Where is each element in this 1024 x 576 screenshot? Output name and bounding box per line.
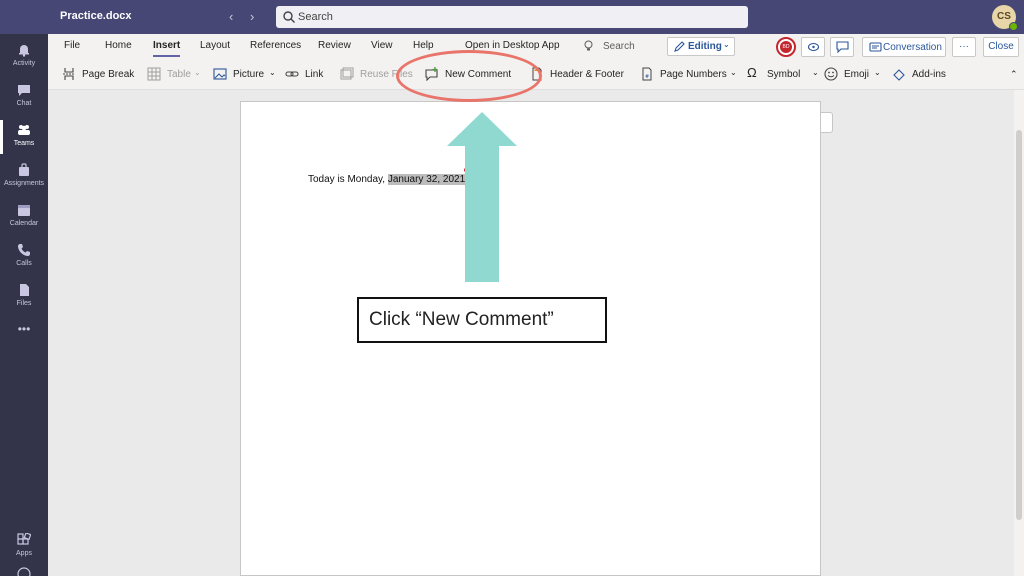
rail-label: Teams — [13, 140, 35, 147]
header-footer-label: Header & Footer — [550, 69, 624, 80]
scrollbar-thumb[interactable] — [1016, 130, 1022, 520]
instruction-callout: Click “New Comment” — [357, 297, 607, 343]
editing-label: Editing — [688, 41, 722, 52]
symbol-label: Symbol — [767, 69, 801, 80]
chevron-down-icon: ⌄ — [723, 40, 730, 49]
reuse-files-icon — [340, 67, 354, 80]
search-placeholder: Search — [298, 11, 333, 23]
picture-icon — [213, 68, 227, 80]
share-button[interactable] — [801, 37, 825, 57]
back-arrow-icon[interactable]: ‹ — [229, 9, 233, 24]
lightbulb-icon — [584, 40, 593, 51]
chevron-down-icon: ⌄ — [874, 68, 881, 77]
rail-label: Calendar — [9, 220, 39, 227]
tab-home[interactable]: Home — [105, 40, 132, 51]
pencil-icon — [674, 41, 685, 52]
rail-item-assignments[interactable]: Assignments — [0, 158, 48, 198]
emoji-icon — [824, 67, 838, 81]
emoji-label: Emoji — [844, 69, 870, 80]
svg-text:#: # — [645, 74, 649, 80]
comments-button[interactable] — [830, 37, 854, 57]
document-title: Practice.docx — [60, 10, 132, 22]
comment-icon — [836, 41, 849, 53]
app-rail: Activity Chat Teams Assignments Calendar… — [0, 34, 48, 576]
add-ins-icon — [893, 69, 905, 81]
rail-item-apps[interactable]: Apps — [0, 528, 48, 568]
tab-layout[interactable]: Layout — [200, 40, 230, 51]
rail-label: Chat — [16, 100, 32, 107]
teams-icon — [18, 125, 30, 135]
more-dots-icon: ••• — [17, 322, 31, 336]
chevron-down-icon: ⌄ — [194, 68, 201, 77]
more-options-button[interactable]: ··· — [952, 37, 976, 57]
chevron-down-icon: ⌄ — [730, 68, 737, 77]
tab-references[interactable]: References — [250, 40, 301, 51]
calendar-icon — [18, 205, 30, 216]
editing-mode-button[interactable]: Editing ⌄ — [667, 37, 735, 56]
share-icon — [807, 42, 820, 52]
conversation-button[interactable]: Conversation — [862, 37, 946, 57]
rail-label: Activity — [12, 60, 36, 67]
avatar-initials: CS — [997, 11, 1011, 22]
page-numbers-icon: # — [642, 67, 652, 81]
tab-view[interactable]: View — [371, 40, 393, 51]
callout-text: Click “New Comment” — [369, 309, 554, 330]
vertical-scrollbar[interactable] — [1014, 90, 1024, 576]
rail-help-button[interactable] — [0, 564, 48, 576]
phone-icon — [18, 244, 30, 256]
presence-dot — [1009, 22, 1018, 31]
rail-label: Calls — [16, 260, 32, 267]
assignments-icon — [19, 163, 29, 176]
page-break-icon — [63, 68, 75, 80]
chevron-down-icon: ⌄ — [269, 68, 276, 77]
page-side-marker — [821, 112, 833, 133]
search-bar[interactable]: Search — [276, 6, 748, 28]
page-break-label: Page Break — [82, 69, 135, 80]
rail-item-chat[interactable]: Chat — [0, 78, 48, 118]
page-numbers-label: Page Numbers — [660, 69, 727, 80]
tab-review[interactable]: Review — [318, 40, 351, 51]
collapse-ribbon-icon[interactable]: ⌃ — [1010, 69, 1018, 80]
omega-icon: Ω — [747, 65, 757, 80]
tab-file[interactable]: File — [64, 40, 80, 51]
ribbon-search-label: Search — [603, 41, 635, 52]
highlight-ellipse — [396, 50, 542, 102]
user-avatar[interactable]: CS — [992, 5, 1018, 31]
add-ins-label: Add-ins — [912, 69, 946, 80]
document-text-line[interactable]: Today is Monday, January 32, 2021 — [308, 168, 469, 185]
collaborator-avatar[interactable]: BD — [776, 37, 796, 57]
pointer-arrow-icon — [447, 112, 517, 282]
rail-label: Files — [16, 300, 32, 307]
document-text: Today is Monday, — [308, 174, 388, 185]
search-icon — [283, 11, 295, 23]
file-icon — [20, 284, 29, 296]
apps-icon — [17, 533, 31, 545]
help-icon — [17, 567, 31, 576]
table-icon — [147, 67, 161, 81]
title-bar: Practice.docx ‹ › Search CS — [0, 0, 1024, 34]
tab-insert[interactable]: Insert — [153, 40, 181, 57]
conversation-label: Conversation — [883, 42, 942, 53]
chat-icon — [18, 85, 30, 96]
close-button[interactable]: Close — [983, 37, 1019, 57]
table-label: Table — [167, 69, 191, 80]
rail-item-calls[interactable]: Calls — [0, 238, 48, 278]
rail-item-files[interactable]: Files — [0, 278, 48, 318]
rail-label: Apps — [16, 550, 32, 557]
collaborator-initials: BD — [780, 41, 792, 53]
rail-label: Assignments — [3, 180, 45, 187]
ellipsis-icon: ··· — [959, 41, 969, 52]
rail-more-button[interactable]: ••• — [0, 320, 48, 360]
bell-icon — [19, 45, 29, 57]
forward-arrow-icon[interactable]: › — [250, 9, 254, 24]
rail-item-teams[interactable]: Teams — [0, 118, 48, 158]
rail-item-activity[interactable]: Activity — [0, 38, 48, 78]
chevron-down-icon: ⌄ — [812, 68, 819, 77]
rail-item-calendar[interactable]: Calendar — [0, 198, 48, 238]
link-icon — [285, 71, 299, 77]
picture-label: Picture — [233, 69, 265, 80]
conversation-icon — [869, 42, 882, 52]
link-label: Link — [305, 69, 324, 80]
tab-help[interactable]: Help — [413, 40, 434, 51]
